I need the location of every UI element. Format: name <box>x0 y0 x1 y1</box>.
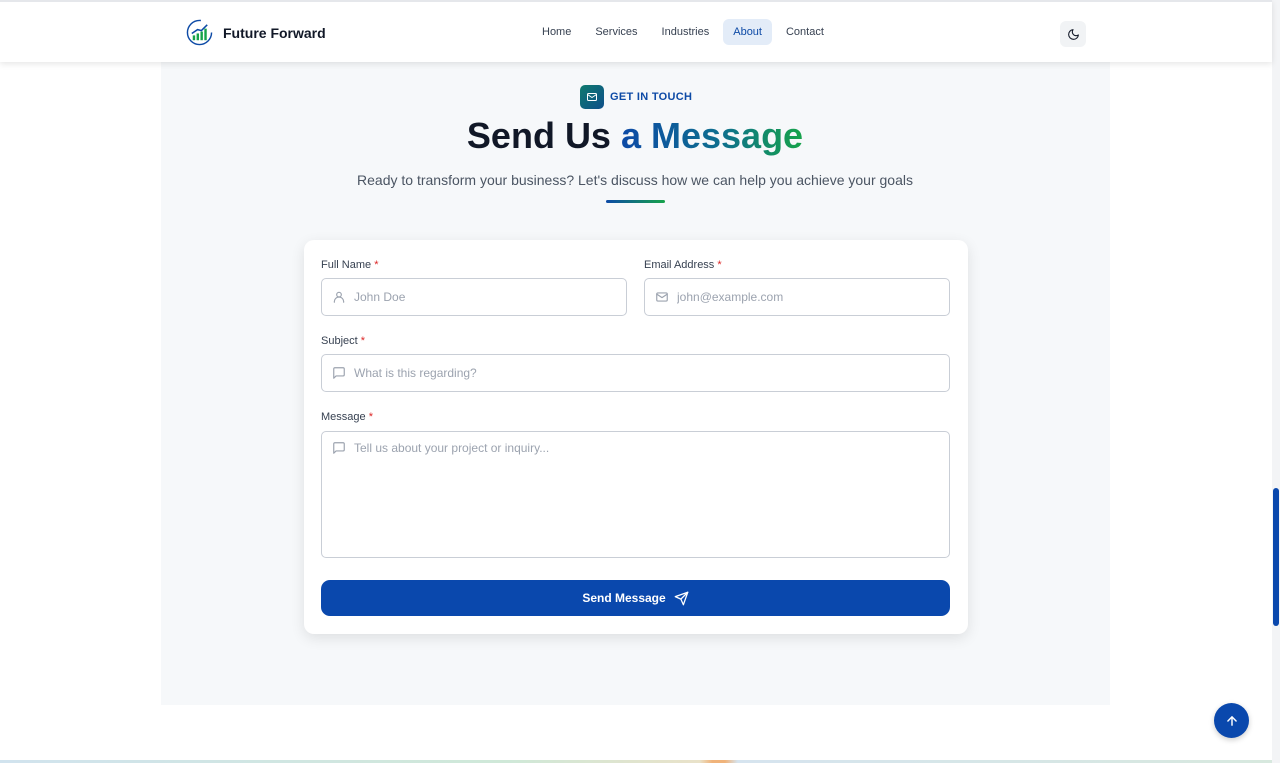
subject-input[interactable] <box>354 366 949 380</box>
full-name-field[interactable] <box>321 278 627 316</box>
required-mark: * <box>360 335 366 347</box>
nav-home[interactable]: Home <box>532 19 581 45</box>
title-part2-gradient: a Message <box>620 115 804 156</box>
email-label-text: Email Address <box>644 259 715 271</box>
arrow-up-icon <box>1226 715 1237 726</box>
message-square-icon <box>333 367 345 379</box>
section-subtitle: Ready to transform your business? Let's … <box>357 172 913 188</box>
section-tag-label: GET IN TOUCH <box>610 91 693 103</box>
title-part1: Send Us <box>466 115 621 156</box>
required-mark: * <box>717 259 722 271</box>
contact-form-card: Full Name * Email Address * Subject * Me… <box>304 240 968 634</box>
section-title: Send Us a Message <box>0 115 1270 157</box>
scrollbar-thumb[interactable] <box>1273 488 1279 626</box>
send-icon <box>674 591 689 605</box>
full-name-label-text: Full Name <box>321 259 372 271</box>
subject-label-text: Subject <box>321 335 358 347</box>
required-mark: * <box>374 259 379 271</box>
nav-contact[interactable]: Contact <box>776 19 834 45</box>
section-tag: GET IN TOUCH <box>580 85 692 109</box>
growth-chart-logo-icon <box>186 19 213 46</box>
mail-icon <box>656 292 668 302</box>
user-icon <box>333 291 345 303</box>
theme-toggle-button[interactable] <box>1060 21 1086 47</box>
email-label: Email Address * <box>644 259 722 271</box>
nav-about[interactable]: About <box>723 19 772 45</box>
subject-label: Subject * <box>321 335 365 347</box>
email-input[interactable] <box>677 290 949 304</box>
nav-industries[interactable]: Industries <box>652 19 720 45</box>
scroll-to-top-button[interactable] <box>1214 703 1249 738</box>
main-nav: Home Services Industries About Contact <box>532 19 834 45</box>
nav-services[interactable]: Services <box>585 19 647 45</box>
send-message-label: Send Message <box>582 591 666 605</box>
required-mark: * <box>368 411 373 423</box>
email-field[interactable] <box>644 278 950 316</box>
mail-icon <box>580 85 604 109</box>
message-textarea[interactable] <box>354 441 949 541</box>
full-name-label: Full Name * <box>321 259 378 271</box>
subject-field[interactable] <box>321 354 950 392</box>
moon-icon <box>1067 28 1079 40</box>
message-field[interactable] <box>321 431 950 558</box>
scrollbar-track[interactable] <box>1272 0 1280 763</box>
message-label-text: Message <box>321 411 366 423</box>
top-navbar: Future Forward Home Services Industries … <box>0 0 1272 62</box>
send-message-button[interactable]: Send Message <box>321 580 950 616</box>
message-label: Message * <box>321 411 373 423</box>
title-underline <box>606 200 665 203</box>
brand[interactable]: Future Forward <box>186 19 326 46</box>
full-name-input[interactable] <box>354 290 626 304</box>
message-square-icon <box>333 442 345 454</box>
brand-name: Future Forward <box>223 24 326 41</box>
